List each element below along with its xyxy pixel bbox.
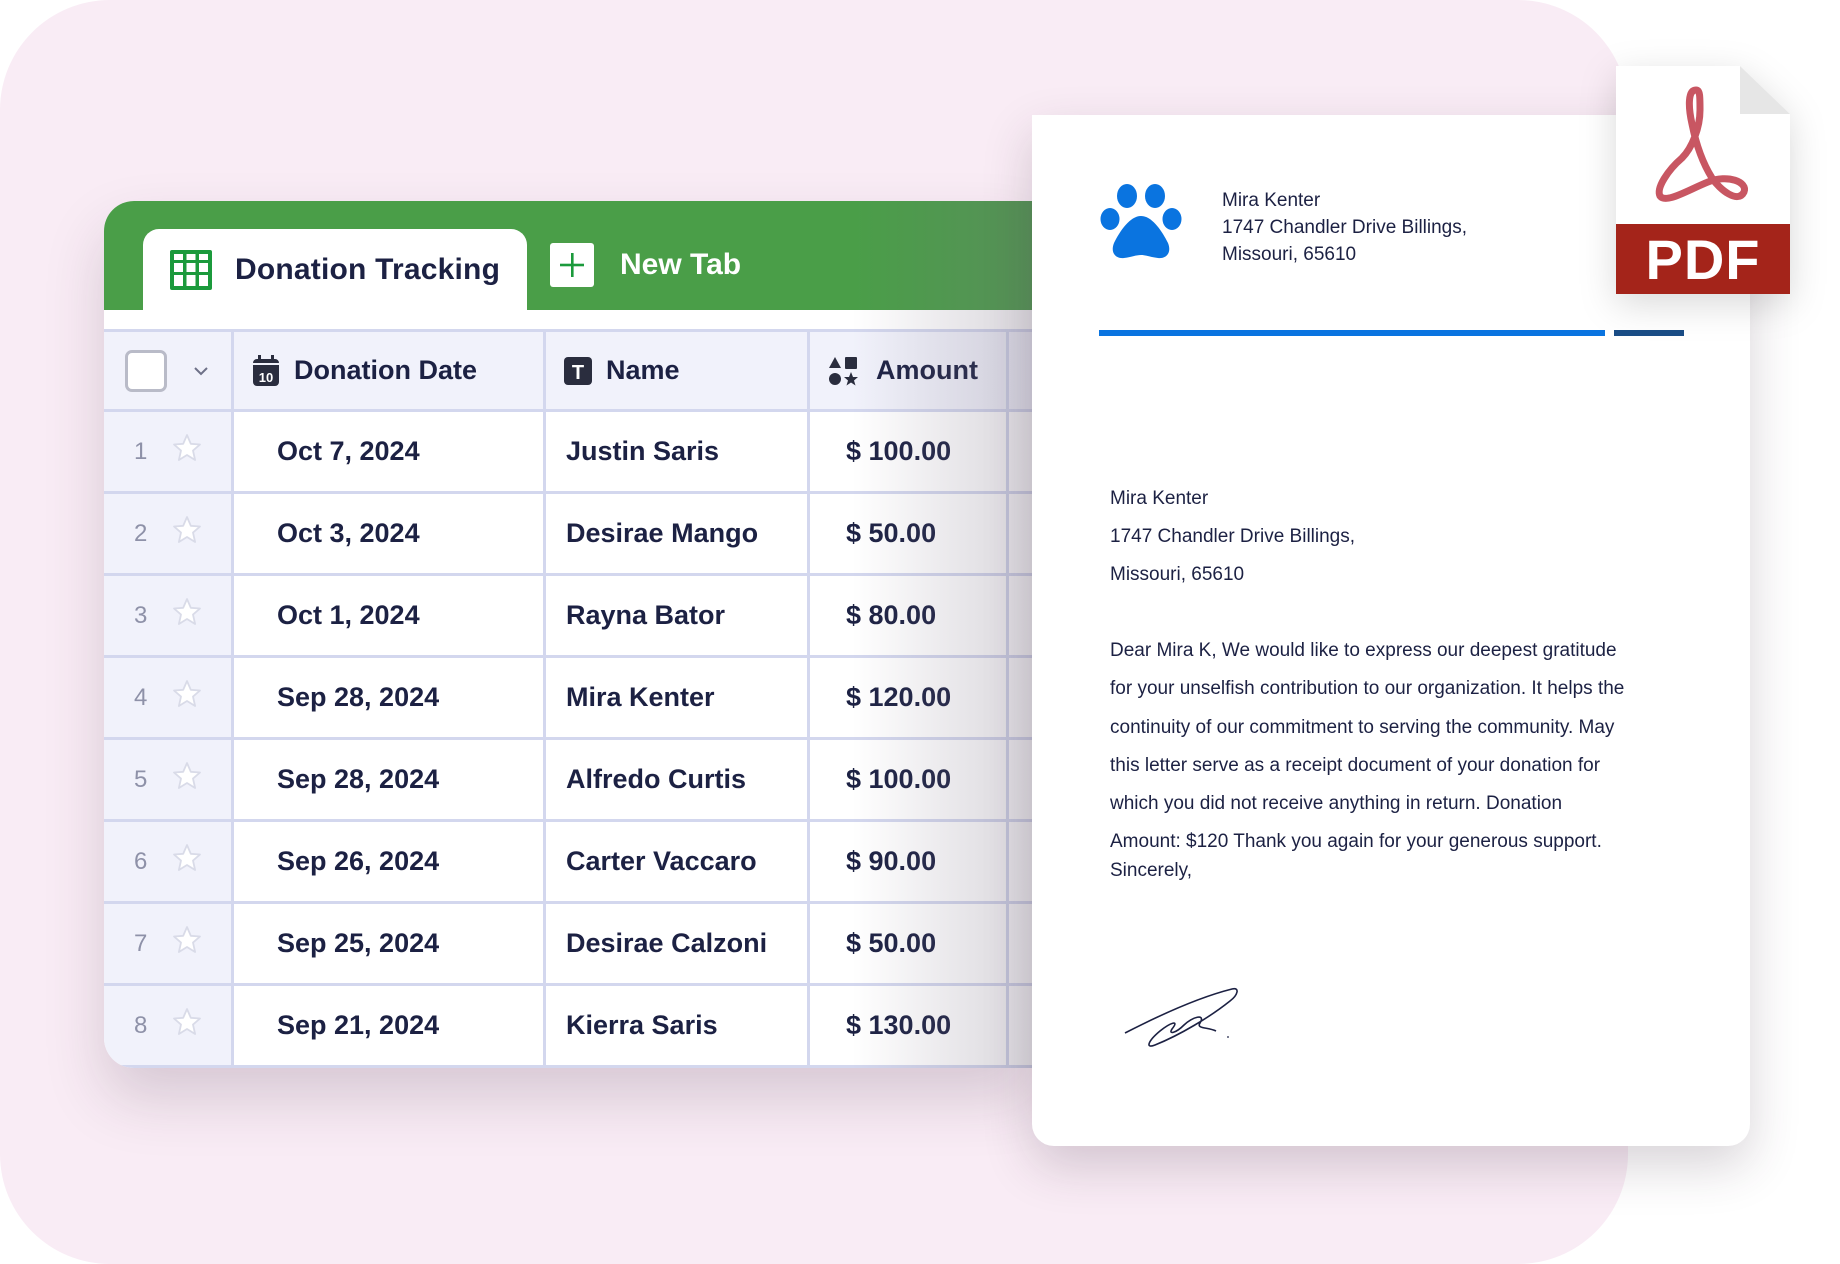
table-row[interactable]: 3 Oct 1, 2024 Rayna Bator $ 80.00 bbox=[104, 576, 1032, 658]
calendar-icon: 10 bbox=[252, 354, 280, 387]
table-row[interactable]: 6 Sep 26, 2024 Carter Vaccaro $ 90.00 bbox=[104, 822, 1032, 904]
cell-donation-date[interactable]: Sep 25, 2024 bbox=[234, 904, 546, 983]
table-row[interactable]: 5 Sep 28, 2024 Alfredo Curtis $ 100.00 bbox=[104, 740, 1032, 822]
row-header-cell: 5 bbox=[104, 740, 234, 819]
column-header-donation-date[interactable]: 10 Donation Date bbox=[234, 332, 546, 409]
column-label: Name bbox=[606, 355, 680, 385]
cell-amount[interactable]: $ 50.00 bbox=[810, 494, 1009, 573]
row-header-cell: 7 bbox=[104, 904, 234, 983]
cell-extra[interactable] bbox=[1009, 658, 1032, 737]
star-icon[interactable] bbox=[172, 761, 202, 798]
select-all-checkbox[interactable] bbox=[125, 349, 167, 392]
cell-extra[interactable] bbox=[1009, 494, 1032, 573]
select-all-cell bbox=[104, 332, 234, 409]
table-row[interactable]: 7 Sep 25, 2024 Desirae Calzoni $ 50.00 bbox=[104, 904, 1032, 986]
column-header-extra bbox=[1009, 332, 1032, 409]
shapes-icon bbox=[828, 356, 858, 386]
cell-amount[interactable]: $ 50.00 bbox=[810, 904, 1009, 983]
letter-body: Dear Mira K, We would like to express ou… bbox=[1110, 640, 1625, 853]
cell-extra[interactable] bbox=[1009, 822, 1032, 901]
cell-donation-date[interactable]: Sep 28, 2024 bbox=[234, 740, 546, 819]
cell-name[interactable]: Desirae Mango bbox=[546, 494, 810, 573]
cell-extra[interactable] bbox=[1009, 412, 1032, 491]
row-number: 5 bbox=[134, 765, 148, 793]
svg-text:T: T bbox=[572, 362, 584, 384]
table-row[interactable]: 1 Oct 7, 2024 Justin Saris $ 100.00 bbox=[104, 412, 1032, 494]
star-icon[interactable] bbox=[172, 925, 202, 962]
paw-logo-icon bbox=[1100, 184, 1182, 259]
column-header-name[interactable]: T Name bbox=[546, 332, 810, 409]
cell-extra[interactable] bbox=[1009, 904, 1032, 983]
spreadsheet-card: Donation Tracking New Tab 10 Donation Da… bbox=[104, 201, 1032, 1068]
sender-address: Mira Kenter 1747 Chandler Drive Billings… bbox=[1222, 190, 1468, 265]
table-header-row: 10 Donation Date T Name Amount bbox=[104, 329, 1032, 412]
data-table: 10 Donation Date T Name Amount 1 Oct 7, 2… bbox=[104, 329, 1032, 1068]
row-header-cell: 4 bbox=[104, 658, 234, 737]
cell-name[interactable]: Mira Kenter bbox=[546, 658, 810, 737]
cell-amount[interactable]: $ 100.00 bbox=[810, 740, 1009, 819]
cell-name[interactable]: Rayna Bator bbox=[546, 576, 810, 655]
divider-navy bbox=[1614, 330, 1684, 336]
cell-extra[interactable] bbox=[1009, 576, 1032, 655]
cell-extra[interactable] bbox=[1009, 740, 1032, 819]
row-header-cell: 1 bbox=[104, 412, 234, 491]
chevron-down-icon[interactable] bbox=[193, 366, 209, 376]
cell-donation-date[interactable]: Sep 26, 2024 bbox=[234, 822, 546, 901]
text-type-icon: T bbox=[564, 356, 592, 385]
row-number: 6 bbox=[134, 847, 148, 875]
cell-name[interactable]: Justin Saris bbox=[546, 412, 810, 491]
row-header-cell: 8 bbox=[104, 986, 234, 1065]
row-number: 3 bbox=[134, 601, 148, 629]
cell-amount[interactable]: $ 100.00 bbox=[810, 412, 1009, 491]
row-number: 4 bbox=[134, 683, 148, 711]
letter-closing: Sincerely, bbox=[1110, 860, 1193, 881]
row-header-cell: 3 bbox=[104, 576, 234, 655]
grid-table-icon bbox=[170, 249, 212, 290]
row-header-cell: 2 bbox=[104, 494, 234, 573]
row-number: 2 bbox=[134, 519, 148, 547]
signature-image bbox=[1124, 987, 1238, 1047]
star-icon[interactable] bbox=[172, 597, 202, 634]
cell-donation-date[interactable]: Oct 7, 2024 bbox=[234, 412, 546, 491]
row-number: 1 bbox=[134, 437, 148, 465]
cell-donation-date[interactable]: Oct 3, 2024 bbox=[234, 494, 546, 573]
column-label: Donation Date bbox=[294, 355, 478, 385]
column-header-amount[interactable]: Amount bbox=[810, 332, 1009, 409]
cell-name[interactable]: Carter Vaccaro bbox=[546, 822, 810, 901]
row-number: 8 bbox=[134, 1011, 148, 1039]
tab-label: New Tab bbox=[620, 248, 742, 281]
svg-text:10: 10 bbox=[259, 370, 273, 385]
star-icon[interactable] bbox=[172, 433, 202, 470]
tab-bar: Donation Tracking New Tab bbox=[104, 201, 1032, 310]
star-icon[interactable] bbox=[172, 679, 202, 716]
cell-name[interactable]: Kierra Saris bbox=[546, 986, 810, 1065]
recipient-address: Mira Kenter 1747 Chandler Drive Billings… bbox=[1110, 488, 1356, 585]
cell-name[interactable]: Alfredo Curtis bbox=[546, 740, 810, 819]
tab-label: Donation Tracking bbox=[235, 252, 501, 286]
column-label: Amount bbox=[876, 355, 978, 385]
cell-amount[interactable]: $ 90.00 bbox=[810, 822, 1009, 901]
cell-name[interactable]: Desirae Calzoni bbox=[546, 904, 810, 983]
star-icon[interactable] bbox=[172, 843, 202, 880]
table-row[interactable]: 4 Sep 28, 2024 Mira Kenter $ 120.00 bbox=[104, 658, 1032, 740]
star-icon[interactable] bbox=[172, 1007, 202, 1044]
cell-donation-date[interactable]: Oct 1, 2024 bbox=[234, 576, 546, 655]
pdf-label: PDF bbox=[1616, 224, 1790, 294]
cell-extra[interactable] bbox=[1009, 986, 1032, 1065]
row-number: 7 bbox=[134, 929, 148, 957]
pdf-file-icon: PDF bbox=[1616, 66, 1790, 294]
table-row[interactable]: 2 Oct 3, 2024 Desirae Mango $ 50.00 bbox=[104, 494, 1032, 576]
row-header-cell: 6 bbox=[104, 822, 234, 901]
table-row[interactable]: 8 Sep 21, 2024 Kierra Saris $ 130.00 bbox=[104, 986, 1032, 1068]
plus-icon bbox=[550, 243, 594, 287]
cell-amount[interactable]: $ 80.00 bbox=[810, 576, 1009, 655]
star-icon[interactable] bbox=[172, 515, 202, 552]
cell-amount[interactable]: $ 130.00 bbox=[810, 986, 1009, 1065]
cell-donation-date[interactable]: Sep 28, 2024 bbox=[234, 658, 546, 737]
cell-amount[interactable]: $ 120.00 bbox=[810, 658, 1009, 737]
cell-donation-date[interactable]: Sep 21, 2024 bbox=[234, 986, 546, 1065]
divider-blue bbox=[1099, 330, 1605, 336]
new-tab-button[interactable]: New Tab bbox=[550, 243, 741, 287]
tab-donation-tracking[interactable]: Donation Tracking bbox=[143, 229, 527, 310]
